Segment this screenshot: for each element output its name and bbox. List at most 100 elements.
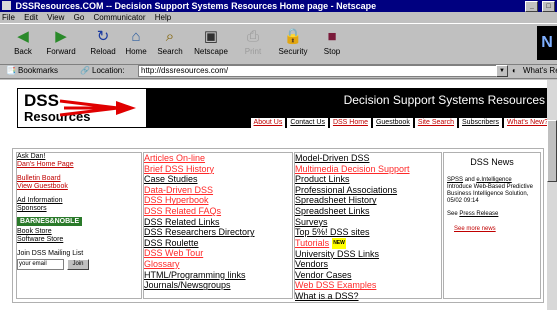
ad-information-link[interactable]: Ad Information [17, 197, 141, 205]
join-button[interactable]: Join [67, 259, 89, 270]
link-researchers[interactable]: DSS Researchers Directory [144, 227, 292, 238]
site-header: DSS Resources Decision Support Systems R… [17, 88, 547, 128]
forward-arrow-icon: ▶ [55, 28, 67, 45]
nav-dss-home[interactable]: DSS Home [329, 118, 371, 128]
nav-guestbook[interactable]: Guestbook [372, 118, 413, 128]
lock-icon: 🔒 [283, 28, 303, 45]
vertical-scrollbar[interactable] [547, 80, 557, 310]
reload-label: Reload [90, 47, 116, 56]
menu-bar: File Edit View Go Communicator Help [0, 12, 557, 23]
link-web-dss[interactable]: Web DSS Examples [295, 280, 441, 291]
news-body: Introduce Web-Based Predictive Business … [447, 184, 533, 204]
top-nav: About Us Contact Us DSS Home Guestbook Site … [146, 111, 547, 128]
menu-edit[interactable]: Edit [24, 13, 38, 22]
menu-communicator[interactable]: Communicator [94, 13, 146, 22]
link-data-driven[interactable]: Data-Driven DSS [144, 185, 292, 196]
link-roulette[interactable]: DSS Roulette [144, 238, 292, 249]
link-html-programming[interactable]: HTML/Programming links [144, 270, 292, 281]
print-icon: ⎙ [246, 28, 259, 45]
dss-resources-logo[interactable]: DSS Resources [18, 89, 136, 127]
link-related-links[interactable]: DSS Related Links [144, 217, 292, 228]
location-toolbar: 📑 Bookmarks 🔗 Location: http://dssresour… [0, 64, 557, 79]
url-field[interactable]: http://dssresources.com/ [138, 65, 497, 77]
nav-about-us[interactable]: About Us [250, 118, 286, 128]
banner-title: Decision Support Systems Resources [343, 93, 545, 107]
menu-go[interactable]: Go [74, 13, 85, 22]
minimize-button[interactable]: _ [525, 1, 539, 12]
ask-dan-link[interactable]: Ask Dan! [17, 153, 141, 161]
forward-button[interactable]: ▶ Forward [38, 26, 84, 56]
link-surveys[interactable]: Surveys [295, 217, 441, 228]
software-store-link[interactable]: Software Store [17, 236, 141, 244]
eintelligence-link[interactable]: e.Intelligence [476, 177, 511, 183]
barnes-noble-logo[interactable]: BARNES&NOBLE [17, 217, 83, 226]
new-badge: NEW [332, 238, 346, 249]
search-button[interactable]: ⌕ Search [147, 26, 193, 56]
link-what-is-dss[interactable]: What is a DSS? [295, 291, 441, 302]
dans-home-link[interactable]: Dan's Home Page [17, 161, 141, 169]
link-spreadsheet-links[interactable]: Spreadsheet Links [295, 206, 441, 217]
bookmarks-button[interactable]: Bookmarks [18, 64, 58, 78]
link-professional[interactable]: Professional Associations [295, 185, 441, 196]
link-model-driven[interactable]: Model-Driven DSS [295, 153, 441, 164]
spss-link[interactable]: SPSS [447, 177, 463, 183]
nav-subscribers[interactable]: Subscribers [459, 118, 502, 128]
menu-help[interactable]: Help [155, 13, 171, 22]
logo-arrows-icon [59, 99, 136, 117]
link-faqs[interactable]: DSS Related FAQs [144, 206, 292, 217]
nav-whats-new[interactable]: What's New? [503, 118, 547, 128]
press-see: See [447, 211, 458, 217]
stop-button[interactable]: ■ Stop [309, 26, 355, 56]
link-case-studies[interactable]: Case Studies [144, 174, 292, 185]
print-label: Print [244, 47, 262, 56]
url-dropdown-icon[interactable]: ▼ [496, 65, 508, 77]
email-field[interactable]: your email [17, 259, 64, 270]
link-glossary[interactable]: Glossary [144, 259, 292, 270]
link-journals[interactable]: Journals/Newsgroups [144, 280, 292, 291]
netscape-window-icon [2, 1, 11, 10]
link-hyperbook[interactable]: DSS Hyperbook [144, 195, 292, 206]
menu-view[interactable]: View [47, 13, 64, 22]
link-university[interactable]: University DSS Links [295, 249, 441, 260]
nav-site-search[interactable]: Site Search [414, 118, 458, 128]
sidebar-column: Ask Dan! Dan's Home Page Bulletin Board … [16, 152, 142, 299]
security-label: Security [278, 47, 308, 56]
mailing-list-label: Join DSS Mailing List [17, 250, 84, 257]
back-arrow-icon: ◀ [17, 28, 29, 45]
nav-contact-us[interactable]: Contact Us [287, 118, 328, 128]
link-tutorials[interactable]: Tutorials [295, 238, 329, 248]
netscape-logo[interactable]: N [537, 26, 557, 60]
whats-related-button[interactable]: What's Related [523, 64, 557, 78]
link-top-5[interactable]: Top 5%! DSS sites [295, 227, 441, 238]
home-label: Home [125, 47, 147, 56]
bookmarks-icon: 📑 [6, 66, 16, 75]
link-vendor-cases[interactable]: Vendor Cases [295, 270, 441, 281]
search-icon: ⌕ [165, 28, 175, 45]
scrollbar-thumb[interactable] [547, 120, 557, 182]
netscape-button[interactable]: ▣ Netscape [188, 26, 234, 56]
window-title: DSSResources.COM -- Decision Support Sys… [15, 1, 377, 11]
location-icon: 🔗 [80, 66, 90, 75]
link-vendors[interactable]: Vendors [295, 259, 441, 270]
maximize-button[interactable]: □ [542, 1, 555, 12]
link-product-links[interactable]: Product Links [295, 174, 441, 185]
bulletin-board-link[interactable]: Bulletin Board [17, 175, 141, 183]
link-articles[interactable]: Articles On-line [144, 153, 292, 164]
press-release-link[interactable]: Press Release [459, 211, 498, 217]
link-multimedia[interactable]: Multimedia Decision Support [295, 164, 441, 175]
navigation-toolbar: ◀ Back ▶ Forward ↻ Reload ⌂ Home ⌕ Search ▣ Ne… [0, 23, 557, 65]
search-label: Search [157, 47, 183, 56]
sponsors-link[interactable]: Sponsors [17, 205, 141, 213]
links-column-2: Model-Driven DSS Multimedia Decision Sup… [294, 152, 442, 302]
title-bar: DSSResources.COM -- Decision Support Sys… [0, 0, 557, 12]
page-viewport: DSS Resources Decision Support Systems R… [0, 80, 547, 310]
book-store-link[interactable]: Book Store [17, 228, 141, 236]
menu-file[interactable]: File [2, 13, 15, 22]
links-column-1: Articles On-line Brief DSS History Case … [143, 152, 293, 299]
view-guestbook-link[interactable]: View Guestbook [17, 183, 141, 191]
link-spreadsheet-history[interactable]: Spreadsheet History [295, 195, 441, 206]
link-brief-history[interactable]: Brief DSS History [144, 164, 292, 175]
home-icon: ⌂ [131, 28, 141, 45]
see-more-news-link[interactable]: See more news [454, 226, 537, 233]
link-web-tour[interactable]: DSS Web Tour [144, 248, 292, 259]
